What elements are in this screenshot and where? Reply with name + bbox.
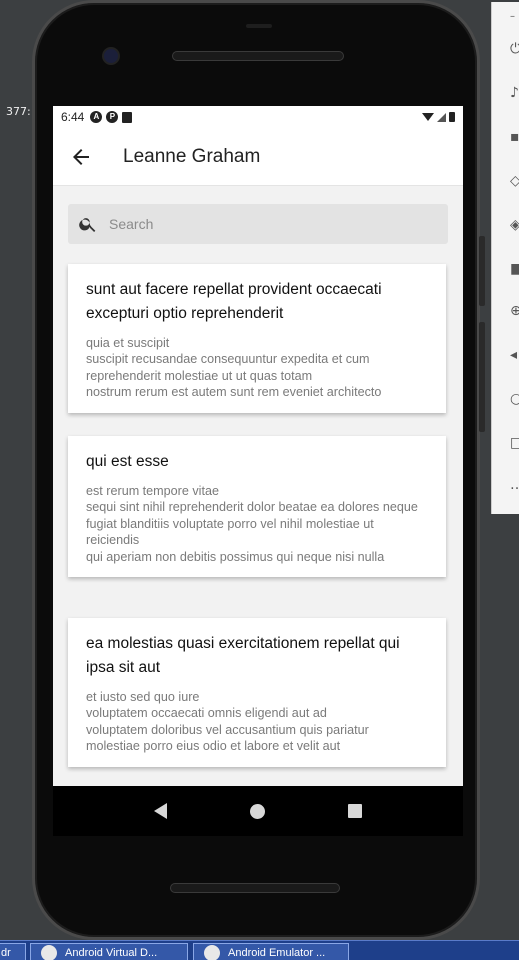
- taskbar-item-label: Android Virtual D...: [65, 947, 158, 959]
- overview-icon[interactable]: □: [510, 436, 519, 450]
- status-time: 6:44: [61, 110, 85, 124]
- avd-manager-icon: [41, 945, 57, 960]
- status-right: [422, 112, 455, 122]
- status-bar: 6:44 A P: [53, 106, 463, 128]
- app-bar: Leanne Graham: [53, 128, 463, 186]
- nav-recents-icon[interactable]: [347, 804, 362, 818]
- camera-icon[interactable]: ■: [510, 262, 519, 276]
- taskbar-item-label: Android Emulator ...: [228, 947, 326, 959]
- post-title: qui est esse: [86, 453, 169, 470]
- minimize-icon[interactable]: –: [510, 10, 519, 24]
- emulator-toolbar: – ⏻ ♪ ▪ ◇ ◈ ■ ⊕ ◂ ○ □ …: [491, 2, 519, 514]
- top-sensor: [246, 24, 272, 28]
- home-icon[interactable]: ○: [510, 392, 519, 406]
- post-title: ea molestias quasi exercitationem repell…: [86, 635, 400, 676]
- zoom-icon[interactable]: ⊕: [510, 304, 519, 318]
- post-body: et iusto sed quo iure voluptatem occaeca…: [86, 690, 369, 754]
- sd-card-icon: [122, 111, 133, 123]
- search-bar[interactable]: [68, 204, 448, 244]
- desktop: 377: – ⏻ ♪ ▪ ◇ ◈ ■ ⊕ ◂ ○ □ … 6:44 A P: [0, 0, 519, 960]
- notification-a-icon: A: [90, 111, 103, 123]
- more-icon[interactable]: …: [510, 478, 519, 492]
- power-icon[interactable]: ⏻: [510, 42, 519, 56]
- volume-down-icon[interactable]: ▪: [510, 130, 519, 144]
- post-body: est rerum tempore vitae sequi sint nihil…: [86, 484, 418, 564]
- rotate-right-icon[interactable]: ◈: [510, 218, 519, 232]
- wifi-icon: [422, 113, 434, 121]
- arrow-left-icon[interactable]: [69, 145, 93, 169]
- post-title: sunt aut facere repellat provident occae…: [86, 281, 382, 322]
- search-icon: [78, 214, 98, 234]
- volume-rocker: [479, 322, 485, 432]
- back-icon[interactable]: ◂: [510, 348, 519, 362]
- bottom-speaker: [170, 883, 340, 893]
- post-card[interactable]: sunt aut facere repellat provident occae…: [68, 264, 446, 413]
- main-content: sunt aut facere repellat provident occae…: [53, 186, 463, 786]
- taskbar-item-emulator[interactable]: Android Emulator ...: [193, 943, 349, 960]
- taskbar-item[interactable]: dr: [0, 943, 26, 960]
- device-screen: 6:44 A P Leanne Graham Search sunt aut f…: [53, 106, 463, 786]
- battery-icon: [449, 112, 455, 122]
- earpiece-speaker: [172, 51, 344, 61]
- taskbar: dr Android Virtual D... Android Emulator…: [0, 940, 519, 960]
- android-nav-bar: [53, 786, 463, 836]
- rotate-left-icon[interactable]: ◇: [510, 174, 519, 188]
- post-list: sunt aut facere repellat provident occae…: [68, 264, 448, 786]
- notification-p-icon: P: [106, 111, 119, 123]
- volume-up-icon[interactable]: ♪: [510, 86, 519, 100]
- taskbar-item-label: dr: [1, 947, 11, 959]
- post-card[interactable]: ea molestias quasi exercitationem repell…: [68, 618, 446, 767]
- front-camera-icon: [104, 49, 118, 63]
- power-button: [479, 236, 485, 306]
- page-title: Leanne Graham: [123, 145, 261, 167]
- taskbar-item-avd[interactable]: Android Virtual D...: [30, 943, 188, 960]
- nav-back-icon[interactable]: [154, 803, 168, 819]
- nav-home-icon[interactable]: [249, 803, 265, 819]
- desktop-label: 377:: [6, 105, 31, 118]
- search-input[interactable]: [109, 216, 409, 232]
- cell-signal-icon: [437, 112, 446, 122]
- emulator-icon: [204, 945, 220, 960]
- post-card[interactable]: qui est esse est rerum tempore vitae seq…: [68, 436, 446, 578]
- post-body: quia et suscipit suscipit recusandae con…: [86, 336, 382, 400]
